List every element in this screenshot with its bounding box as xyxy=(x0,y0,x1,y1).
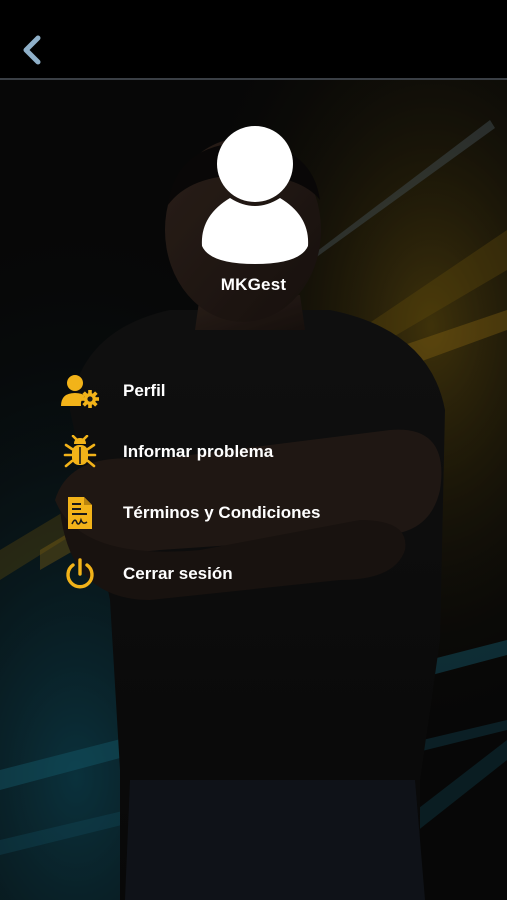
menu-item-label: Perfil xyxy=(123,381,166,400)
menu-item-label: Informar problema xyxy=(123,442,274,461)
username-label: MKGest xyxy=(220,275,287,294)
document-signature-icon xyxy=(58,493,102,533)
profile-menu: Perfil Informar problema Términos y Cond… xyxy=(58,368,478,612)
menu-item-informar-problema[interactable]: Informar problema xyxy=(58,429,478,475)
menu-item-terminos[interactable]: Términos y Condiciones xyxy=(58,490,478,536)
power-icon xyxy=(58,554,102,594)
top-app-bar xyxy=(0,0,507,80)
user-gear-icon xyxy=(58,371,102,411)
menu-item-label: Términos y Condiciones xyxy=(123,503,321,522)
menu-item-cerrar-sesion[interactable]: Cerrar sesión xyxy=(58,551,478,597)
profile-content: MKGest Perfil Informar problema Términos… xyxy=(0,80,507,900)
menu-item-label: Cerrar sesión xyxy=(123,564,233,583)
user-silhouette-icon xyxy=(201,126,309,264)
menu-item-perfil[interactable]: Perfil xyxy=(58,368,478,414)
back-button[interactable] xyxy=(14,30,50,70)
profile-menu-screen: MKGest Perfil Informar problema Términos… xyxy=(0,0,507,900)
bug-icon xyxy=(58,432,102,472)
chevron-left-icon xyxy=(23,35,41,65)
